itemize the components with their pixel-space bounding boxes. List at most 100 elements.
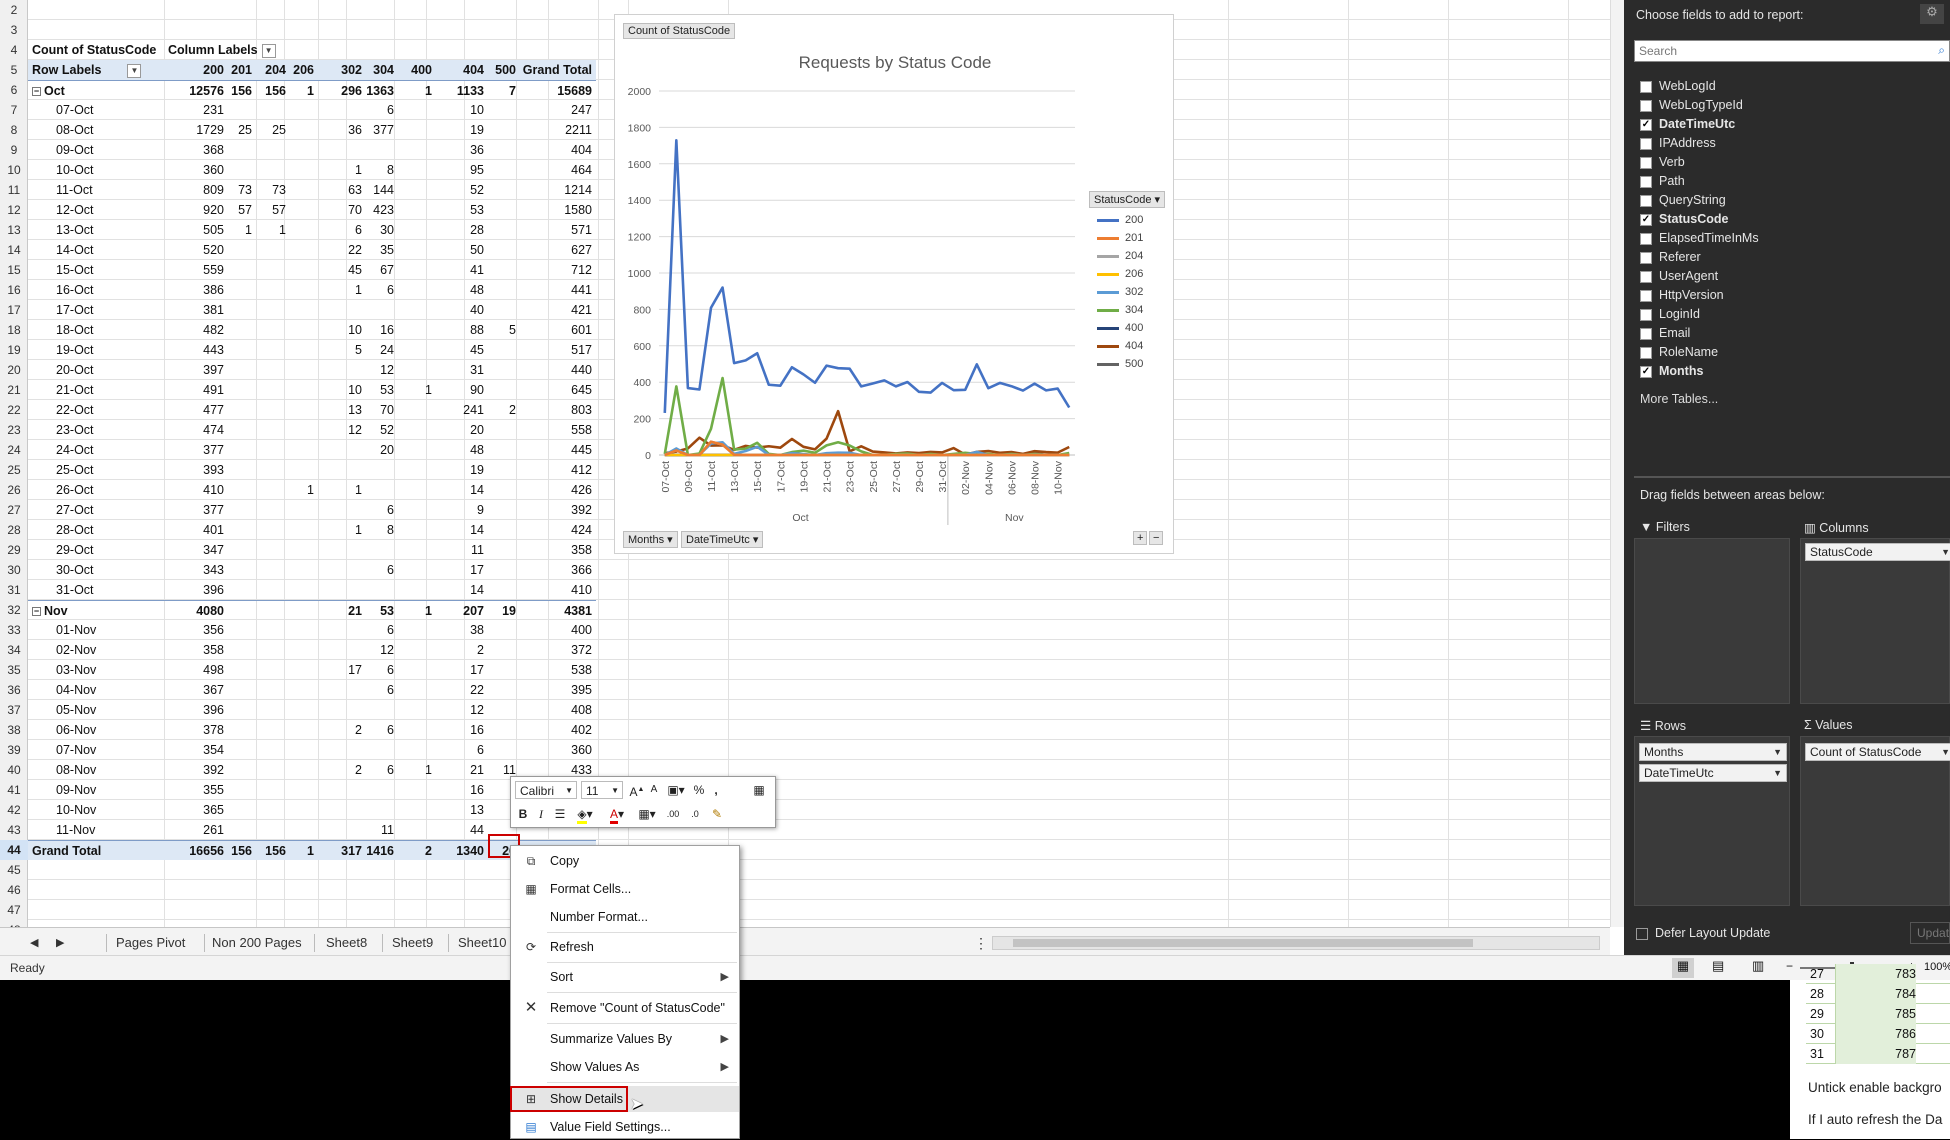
align-center-icon[interactable]: ☰ bbox=[551, 805, 569, 823]
row-header[interactable]: 18 bbox=[0, 320, 28, 340]
value-cell[interactable]: 57 bbox=[256, 200, 290, 220]
value-cell[interactable] bbox=[290, 360, 318, 380]
value-cell[interactable] bbox=[256, 440, 290, 460]
column-labels-header[interactable]: Column Labels▼ bbox=[164, 40, 324, 60]
value-cell[interactable]: 1729 bbox=[136, 120, 228, 140]
value-cell[interactable]: 520 bbox=[136, 240, 228, 260]
zoom-out-icon[interactable]: − bbox=[1786, 959, 1793, 973]
value-cell[interactable] bbox=[398, 620, 436, 640]
value-cell[interactable] bbox=[256, 540, 290, 560]
value-cell[interactable]: 1 bbox=[398, 81, 436, 101]
row-header[interactable]: 46 bbox=[0, 880, 28, 900]
value-cell[interactable] bbox=[398, 260, 436, 280]
value-cell[interactable] bbox=[256, 300, 290, 320]
row-header[interactable]: 41 bbox=[0, 780, 28, 800]
value-cell[interactable]: 207 bbox=[436, 601, 488, 621]
value-cell[interactable] bbox=[488, 500, 520, 520]
value-cell[interactable]: 1214 bbox=[520, 180, 596, 200]
horizontal-scrollbar[interactable] bbox=[992, 936, 1600, 950]
value-cell[interactable]: 48 bbox=[436, 280, 488, 300]
collapse-icon[interactable]: − bbox=[32, 87, 41, 96]
value-cell[interactable]: 45 bbox=[318, 260, 366, 280]
value-cell[interactable]: 20 bbox=[366, 440, 398, 460]
value-cell[interactable] bbox=[318, 360, 366, 380]
table-row[interactable]: 06-Nov3782616402 bbox=[28, 720, 596, 740]
value-cell[interactable]: 2 bbox=[488, 400, 520, 420]
value-cell[interactable] bbox=[228, 100, 256, 120]
value-cell[interactable] bbox=[256, 780, 290, 800]
font-name-box[interactable]: Calibri▼ bbox=[515, 781, 577, 799]
group-row[interactable]: −Oct125761561561296136311133715689 bbox=[28, 80, 596, 100]
value-cell[interactable] bbox=[398, 700, 436, 720]
menu-number-format[interactable]: Number Format... bbox=[511, 904, 739, 930]
row-header[interactable]: 48 bbox=[0, 920, 28, 927]
table-row[interactable]: 10-Oct3601895464 bbox=[28, 160, 596, 180]
value-cell[interactable]: 144 bbox=[366, 180, 398, 200]
value-cell[interactable]: 12 bbox=[318, 420, 366, 440]
value-cell[interactable]: 53 bbox=[436, 200, 488, 220]
value-cell[interactable] bbox=[398, 120, 436, 140]
checkbox-icon[interactable] bbox=[1640, 328, 1652, 340]
value-cell[interactable]: 441 bbox=[520, 280, 596, 300]
value-cell[interactable] bbox=[290, 640, 318, 660]
table-row[interactable]: 31-Oct39614410 bbox=[28, 580, 596, 600]
font-size-box[interactable]: 11▼ bbox=[581, 781, 623, 799]
field-referer[interactable]: Referer bbox=[1640, 249, 1701, 265]
value-cell[interactable]: 712 bbox=[520, 260, 596, 280]
value-cell[interactable] bbox=[398, 460, 436, 480]
value-cell[interactable]: 31 bbox=[436, 360, 488, 380]
increase-decimal-icon[interactable]: .00 bbox=[663, 805, 683, 823]
value-cell[interactable]: 1 bbox=[398, 601, 436, 621]
value-cell[interactable]: 365 bbox=[136, 800, 228, 820]
value-cell[interactable]: 347 bbox=[136, 540, 228, 560]
value-cell[interactable] bbox=[398, 420, 436, 440]
field-querystring[interactable]: QueryString bbox=[1640, 192, 1726, 208]
row-header[interactable]: 30 bbox=[0, 560, 28, 580]
column-filter-icon[interactable]: ▼ bbox=[262, 44, 276, 58]
value-cell[interactable]: 156 bbox=[256, 81, 290, 101]
value-cell[interactable] bbox=[228, 300, 256, 320]
value-cell[interactable]: 6 bbox=[366, 680, 398, 700]
row-header[interactable]: 42 bbox=[0, 800, 28, 820]
value-cell[interactable] bbox=[256, 660, 290, 680]
value-cell[interactable] bbox=[256, 460, 290, 480]
row-header[interactable]: 5 bbox=[0, 60, 28, 80]
value-cell[interactable] bbox=[488, 700, 520, 720]
value-cell[interactable]: 16 bbox=[366, 320, 398, 340]
value-cell[interactable]: 8 bbox=[366, 520, 398, 540]
row-header[interactable]: 16 bbox=[0, 280, 28, 300]
value-cell[interactable]: 6 bbox=[366, 620, 398, 640]
value-cell[interactable]: 410 bbox=[520, 580, 596, 600]
value-cell[interactable] bbox=[398, 540, 436, 560]
table-row[interactable]: 05-Nov39612408 bbox=[28, 700, 596, 720]
value-cell[interactable]: 88 bbox=[436, 320, 488, 340]
value-cell[interactable]: 1133 bbox=[436, 81, 488, 101]
value-cell[interactable] bbox=[318, 300, 366, 320]
table-row[interactable]: 29-Oct34711358 bbox=[28, 540, 596, 560]
value-cell[interactable] bbox=[488, 180, 520, 200]
value-cell[interactable] bbox=[290, 320, 318, 340]
value-cell[interactable] bbox=[290, 280, 318, 300]
value-cell[interactable]: 360 bbox=[136, 160, 228, 180]
value-cell[interactable]: 392 bbox=[520, 500, 596, 520]
value-cell[interactable]: 355 bbox=[136, 780, 228, 800]
value-cell[interactable]: 358 bbox=[136, 640, 228, 660]
rows-field-months[interactable]: Months▼ bbox=[1639, 743, 1787, 761]
value-cell[interactable]: 36 bbox=[436, 140, 488, 160]
value-cell[interactable]: 21 bbox=[436, 760, 488, 780]
format-table-icon[interactable]: ▦ bbox=[749, 781, 769, 799]
value-cell[interactable] bbox=[488, 620, 520, 640]
row-header[interactable]: 3 bbox=[0, 20, 28, 40]
field-httpversion[interactable]: HttpVersion bbox=[1640, 287, 1724, 303]
value-cell[interactable]: 498 bbox=[136, 660, 228, 680]
italic-icon[interactable]: I bbox=[533, 805, 549, 823]
value-cell[interactable] bbox=[228, 320, 256, 340]
value-cell[interactable] bbox=[256, 680, 290, 700]
value-cell[interactable] bbox=[290, 580, 318, 600]
value-cell[interactable] bbox=[228, 760, 256, 780]
row-header[interactable]: 29 bbox=[0, 540, 28, 560]
field-rolename[interactable]: RoleName bbox=[1640, 344, 1718, 360]
value-cell[interactable]: 10 bbox=[318, 380, 366, 400]
value-cell[interactable]: 15689 bbox=[520, 81, 596, 101]
value-cell[interactable] bbox=[488, 580, 520, 600]
